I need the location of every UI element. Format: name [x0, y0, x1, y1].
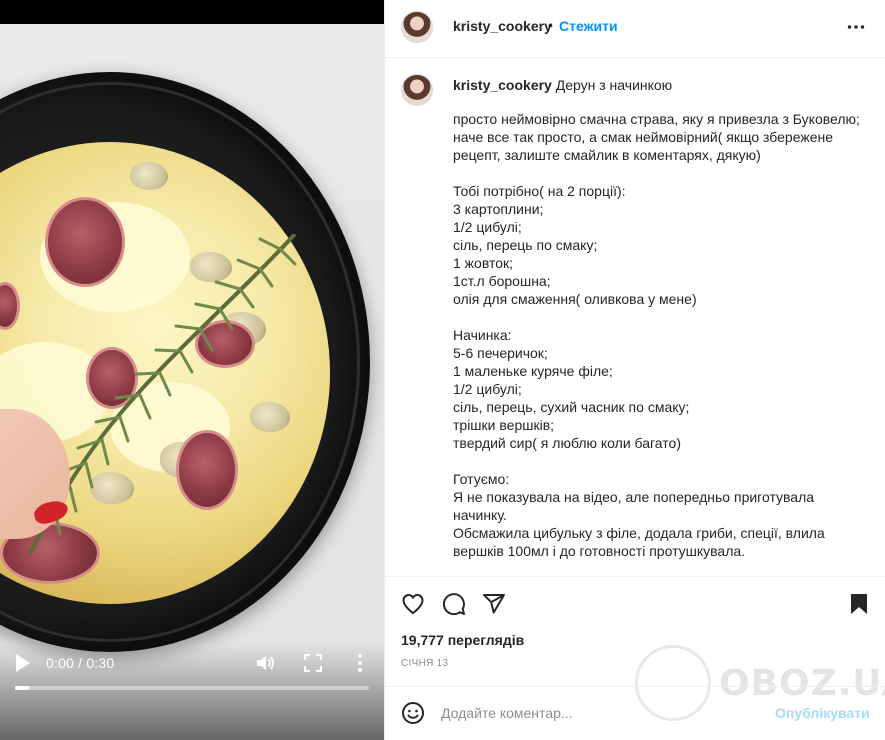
avatar[interactable] [401, 11, 433, 43]
comment-icon[interactable] [442, 592, 466, 616]
action-bar [385, 576, 885, 628]
caption-area: kristy_cookery Дерун з начинкою просто н… [385, 58, 885, 576]
send-icon[interactable] [482, 592, 506, 616]
video-frame[interactable] [0, 24, 384, 740]
comment-input[interactable] [441, 699, 761, 727]
caption-text: просто неймовірно смачна страва, яку я п… [453, 111, 860, 559]
post-header: kristy_cookery • Стежити [385, 0, 885, 58]
header-username[interactable]: kristy_cookery [453, 18, 552, 34]
more-vertical-icon[interactable] [352, 653, 368, 673]
mushroom-piece [130, 162, 168, 190]
caption-title: Дерун з начинкою [555, 77, 673, 93]
emoji-icon[interactable] [401, 701, 425, 725]
video-player[interactable]: 0:00 / 0:30 [0, 0, 384, 740]
video-time: 0:00 / 0:30 [46, 655, 115, 671]
volume-icon[interactable] [255, 653, 275, 673]
fullscreen-icon[interactable] [304, 654, 322, 672]
post-panel: kristy_cookery • Стежити kristy_cookery … [384, 0, 885, 740]
follow-button[interactable]: Стежити [559, 18, 618, 34]
caption-username[interactable]: kristy_cookery [453, 77, 552, 93]
video-progress-bar[interactable] [15, 686, 369, 690]
separator-dot: • [548, 17, 553, 33]
more-horizontal-icon[interactable] [847, 18, 865, 36]
caption-header: kristy_cookery Дерун з начинкою [453, 76, 863, 94]
comment-bar: Опублікувати [385, 686, 885, 740]
post-date[interactable]: СІЧНЯ 13 [401, 658, 448, 669]
view-count[interactable]: 19,777 переглядів [401, 632, 524, 648]
publish-button[interactable]: Опублікувати [775, 705, 870, 721]
bookmark-icon[interactable] [847, 592, 871, 616]
caption-avatar[interactable] [401, 74, 433, 106]
video-progress-fill [15, 686, 30, 690]
heart-icon[interactable] [401, 592, 425, 616]
play-icon[interactable] [14, 653, 32, 673]
